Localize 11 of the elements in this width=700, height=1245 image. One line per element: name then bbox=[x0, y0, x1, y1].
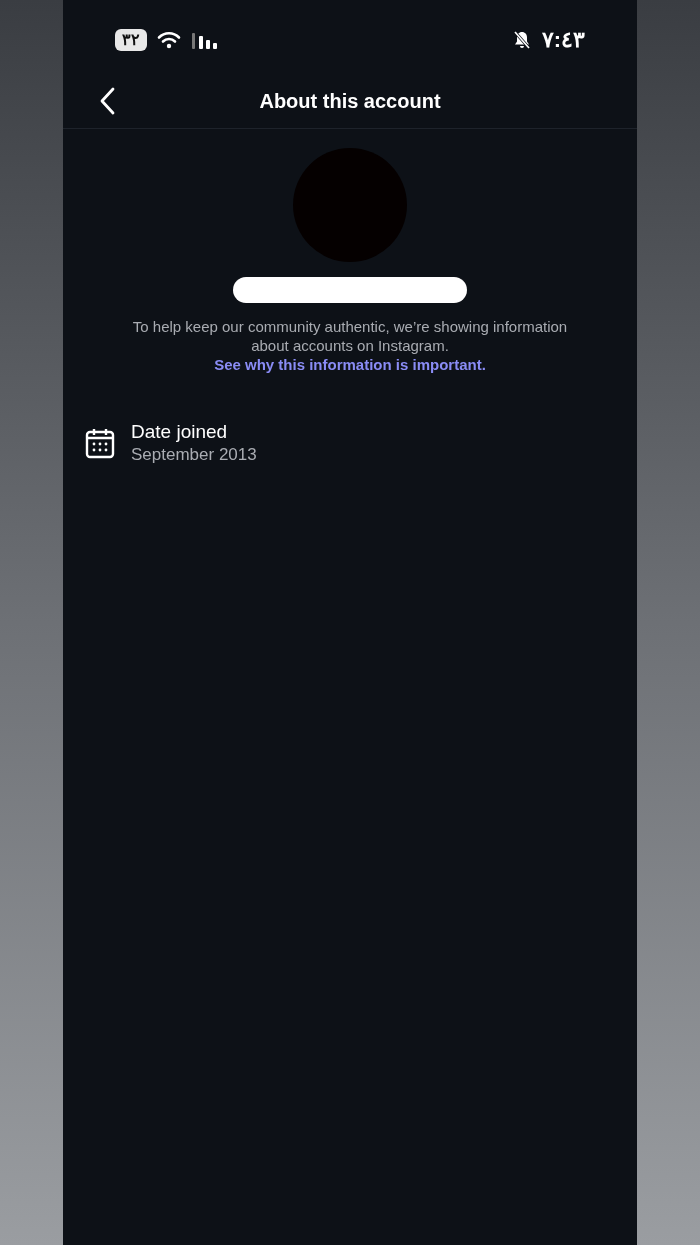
info-link[interactable]: See why this information is important. bbox=[214, 356, 486, 373]
status-time: ٧:٤٣ bbox=[541, 27, 585, 53]
notice-text: To help keep our community authentic, we’re showing information about accounts on Instagram. See why this information is important. bbox=[131, 317, 569, 374]
muted-bell-icon bbox=[511, 30, 532, 50]
page-title: About this account bbox=[259, 89, 441, 113]
battery-level: ٣٢ bbox=[115, 29, 147, 51]
back-icon[interactable] bbox=[99, 87, 115, 115]
calendar-icon bbox=[85, 427, 115, 459]
detail-value: September 2013 bbox=[131, 444, 257, 466]
wifi-icon bbox=[157, 31, 181, 49]
detail-label: Date joined bbox=[131, 420, 229, 444]
